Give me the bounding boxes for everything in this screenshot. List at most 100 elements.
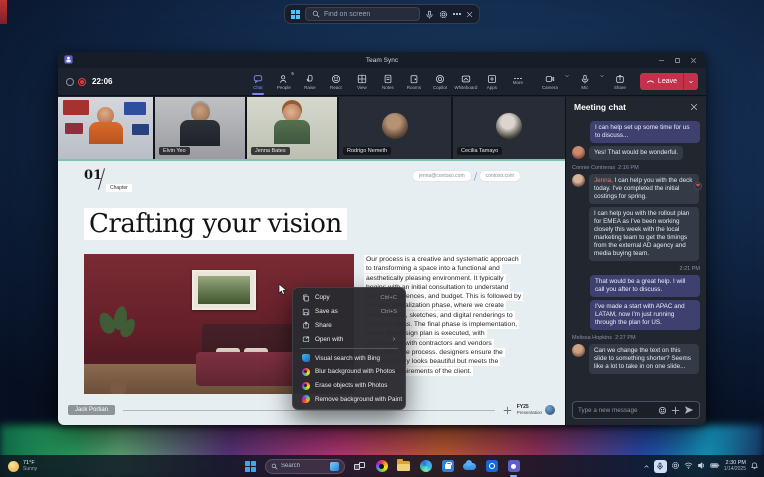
menu-item-visual-search-bing[interactable]: Visual search with Bing: [296, 351, 402, 365]
video-tile[interactable]: Elvin Yeo: [155, 97, 245, 159]
chapter-marker: 01 Chapter: [84, 166, 102, 184]
teams-taskbar-icon[interactable]: [506, 459, 521, 474]
tray-chevron-icon[interactable]: [643, 457, 650, 475]
more-button[interactable]: More: [505, 69, 531, 95]
find-search-input[interactable]: [324, 11, 415, 18]
send-icon[interactable]: [684, 405, 694, 415]
menu-separator: [300, 348, 398, 349]
menu-item-save-as[interactable]: Save as Ctrl+S: [296, 305, 402, 319]
participant-name-tag: Elvin Yeo: [159, 147, 190, 155]
leave-button[interactable]: Leave: [640, 73, 698, 90]
weather-widget[interactable]: 71°F Sunny: [8, 455, 37, 477]
tray-mic-icon[interactable]: [654, 460, 667, 473]
taskbar-search[interactable]: [265, 459, 345, 474]
chat-message[interactable]: That would be a great help. I will call …: [572, 275, 700, 297]
settings-icon[interactable]: [439, 9, 448, 20]
notes-button[interactable]: Notes: [375, 69, 401, 95]
video-strip: Elvin Yeo Jenna Bates Rodrigo Nemeth: [58, 97, 565, 159]
chat-message[interactable]: I can help you with the rollout plan for…: [572, 207, 700, 261]
avatar: [572, 174, 585, 187]
deck-info[interactable]: FY25 Presentation: [517, 405, 555, 415]
emoji-icon[interactable]: [658, 406, 667, 415]
chat-message[interactable]: I've made a start with APAC and LATAM, n…: [572, 300, 700, 330]
chat-message[interactable]: Yes! That would be wonderful.: [572, 146, 700, 160]
start-button[interactable]: [243, 459, 258, 474]
participant-video: [89, 107, 123, 144]
sun-icon: [8, 461, 19, 472]
chat-message[interactable]: I can help set up some time for us to di…: [572, 121, 700, 143]
mouse-cursor: [278, 283, 289, 301]
video-tile[interactable]: Rodrigo Nemeth: [339, 97, 451, 159]
copilot-button[interactable]: Copilot: [427, 69, 453, 95]
domain-chip: contoso.com: [480, 171, 520, 181]
menu-item-remove-background-paint[interactable]: Remove background with Paint: [296, 393, 402, 407]
mic-icon[interactable]: [425, 9, 434, 20]
add-slide-icon[interactable]: [503, 406, 512, 415]
open-with-icon: [301, 335, 310, 344]
photo-wall-frame: [192, 270, 256, 310]
chat-input-bar[interactable]: [572, 401, 700, 419]
store-icon[interactable]: [440, 459, 455, 474]
visual-search-icon: [330, 462, 339, 471]
chat-title: Meeting chat: [574, 102, 626, 112]
desktop: Team Sync 22:06 Chat 6: [0, 0, 764, 477]
video-tile[interactable]: Jenna Bates: [247, 97, 337, 159]
apps-button[interactable]: Apps: [479, 69, 505, 95]
menu-item-erase-objects-photos[interactable]: Erase objects with Photos: [296, 379, 402, 393]
submenu-arrow-icon: [391, 336, 397, 342]
task-view-icon[interactable]: [352, 459, 367, 474]
whiteboard-button[interactable]: Whiteboard: [453, 69, 479, 95]
reaction-badge[interactable]: ❤: [694, 182, 702, 190]
taskbar-clock[interactable]: 2:30 PM 1/14/2025: [724, 460, 746, 472]
chat-close-icon[interactable]: [690, 103, 698, 111]
menu-item-copy[interactable]: Copy Ctrl+C: [296, 291, 402, 305]
rooms-button[interactable]: Rooms: [401, 69, 427, 95]
chat-message-list[interactable]: I can help set up some time for us to di…: [566, 117, 706, 397]
people-button[interactable]: 6 People: [271, 69, 297, 95]
menu-item-blur-background-photos[interactable]: Blur background with Photos: [296, 365, 402, 379]
camera-chevron-icon[interactable]: [564, 73, 570, 79]
find-search-field[interactable]: [305, 7, 420, 21]
chip-separator: [473, 172, 477, 181]
find-on-screen-bar: [284, 4, 480, 24]
mic-button[interactable]: Mic: [572, 69, 598, 95]
more-options-icon[interactable]: [453, 9, 461, 20]
onedrive-icon[interactable]: [462, 459, 477, 474]
participant-avatar: [496, 113, 522, 139]
taskbar-search-input[interactable]: [281, 463, 327, 469]
chat-button[interactable]: Chat: [245, 69, 271, 95]
react-button[interactable]: React: [323, 69, 349, 95]
video-tile[interactable]: Cecilia Tamayo: [453, 97, 565, 159]
raise-hand-button[interactable]: Raise: [297, 69, 323, 95]
title-bar[interactable]: Team Sync: [58, 52, 706, 68]
wallpaper-red-accent: [0, 0, 7, 24]
av-controls: Camera Mic Share: [537, 69, 698, 95]
close-icon[interactable]: [466, 9, 474, 20]
leave-chevron-icon[interactable]: [684, 73, 698, 90]
chat-message[interactable]: Jenna, I can help you with the deck toda…: [572, 174, 700, 204]
outlook-icon[interactable]: [484, 459, 499, 474]
share-button[interactable]: Share: [607, 69, 633, 95]
volume-icon[interactable]: [697, 457, 706, 475]
mic-chevron-icon[interactable]: [599, 73, 605, 79]
camera-button[interactable]: Camera: [537, 69, 563, 95]
menu-item-share[interactable]: Share: [296, 319, 402, 333]
wifi-icon[interactable]: [684, 457, 693, 475]
chat-message-input[interactable]: [578, 407, 654, 414]
tray-gear-icon[interactable]: [671, 457, 680, 475]
file-explorer-icon[interactable]: [396, 459, 411, 474]
meeting-toolbar: 22:06 Chat 6 People Raise Re: [58, 68, 706, 96]
attach-plus-icon[interactable]: [671, 406, 680, 415]
photo-plant: [98, 306, 138, 370]
menu-item-open-with[interactable]: Open with: [296, 332, 402, 346]
system-tray: 2:30 PM 1/14/2025: [643, 455, 759, 477]
view-button[interactable]: View: [349, 69, 375, 95]
battery-icon[interactable]: [710, 457, 720, 475]
meeting-chat-panel: Meeting chat I can help set up some time…: [565, 97, 706, 425]
colorful-app-icon[interactable]: [374, 459, 389, 474]
video-tile[interactable]: [58, 97, 153, 159]
notification-bell-icon[interactable]: [750, 457, 759, 475]
edge-icon[interactable]: [418, 459, 433, 474]
chat-message[interactable]: Can we change the text on this slide to …: [572, 344, 700, 374]
chapter-label: Chapter: [106, 184, 132, 192]
